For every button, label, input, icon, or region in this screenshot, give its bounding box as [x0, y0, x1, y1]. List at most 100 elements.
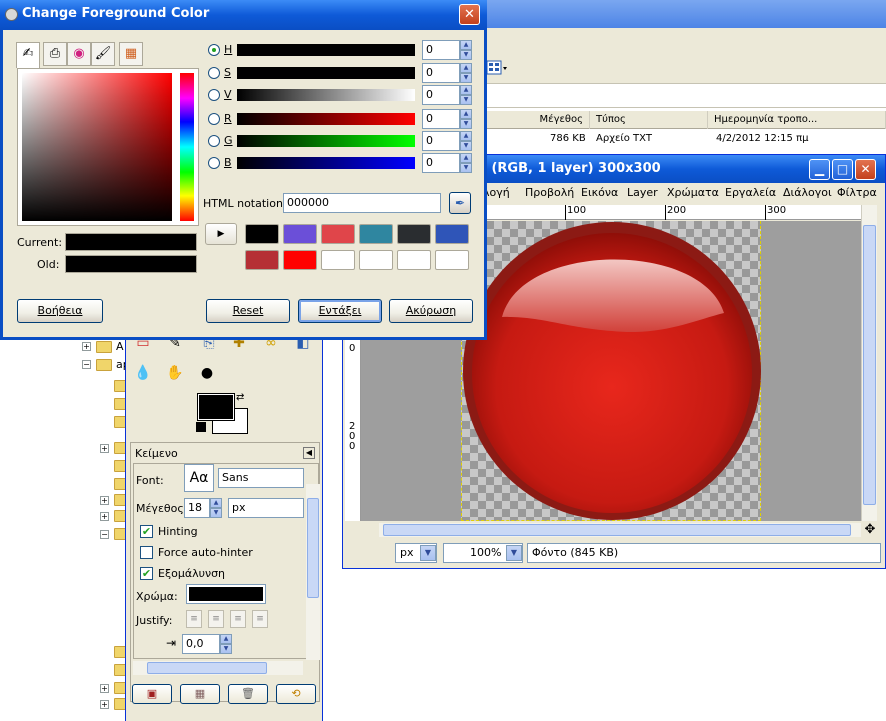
spin-up-icon[interactable]: ▲ [460, 109, 472, 119]
channel-v-input[interactable]: 0 [422, 85, 460, 105]
selector-tab-watercolor[interactable]: 🖌 [91, 42, 115, 66]
hue-strip[interactable] [180, 73, 194, 221]
file-list-row[interactable]: 786 KB Αρχείο TXT 4/2/2012 12:15 πμ [480, 131, 886, 149]
dodge-burn-tool-icon[interactable]: ✋ [164, 362, 186, 384]
zoom-select[interactable]: 100% ▼ [443, 543, 523, 563]
reset-options-button[interactable]: ⟲ [276, 684, 316, 704]
history-color-swatch[interactable] [283, 224, 317, 244]
column-header-date[interactable]: Ημερομηνία τροπο... [708, 111, 886, 129]
history-color-swatch[interactable] [245, 250, 279, 270]
spin-up-icon[interactable]: ▲ [220, 634, 232, 644]
channel-r-spinner[interactable]: ▲ ▼ [460, 109, 472, 129]
selector-tab-cmyk[interactable]: ⎙ [43, 42, 67, 66]
text-color-button[interactable] [186, 584, 266, 604]
channel-v-radio[interactable] [208, 89, 220, 101]
old-color-swatch[interactable] [65, 255, 197, 273]
foreground-color-swatch[interactable] [197, 393, 235, 421]
justify-fill-button[interactable]: ≡ [252, 610, 268, 628]
spin-up-icon[interactable]: ▲ [210, 498, 222, 508]
html-notation-input[interactable]: 000000 [283, 193, 441, 213]
options-vertical-scrollbar[interactable] [306, 484, 320, 660]
navigate-icon[interactable]: ✥ [863, 523, 877, 537]
font-preview-button[interactable]: Aα [184, 464, 214, 492]
restore-options-button[interactable]: ▦ [180, 684, 220, 704]
spin-down-icon[interactable]: ▼ [460, 163, 472, 173]
image-vertical-scrollbar[interactable] [861, 205, 877, 521]
history-color-swatch[interactable] [397, 224, 431, 244]
spin-down-icon[interactable]: ▼ [460, 119, 472, 129]
saturation-value-field[interactable] [22, 73, 172, 221]
scroll-thumb[interactable] [307, 498, 319, 598]
scroll-thumb[interactable] [383, 524, 851, 536]
history-color-swatch[interactable] [321, 250, 355, 270]
history-color-swatch[interactable] [359, 250, 393, 270]
menu-filters[interactable]: Φίλτρα [837, 186, 877, 199]
minimize-button[interactable]: ▁ [809, 159, 830, 180]
options-horizontal-scrollbar[interactable] [133, 661, 303, 675]
cancel-button[interactable]: Ακύρωση [389, 299, 473, 323]
spin-down-icon[interactable]: ▼ [460, 73, 472, 83]
scroll-thumb[interactable] [147, 662, 267, 674]
ok-button[interactable]: Εντάξει [298, 299, 382, 323]
indent-input[interactable]: 0,0 [182, 634, 220, 654]
selector-tab-gimp[interactable]: ✍ [16, 42, 40, 68]
spin-down-icon[interactable]: ▼ [220, 644, 232, 654]
history-color-swatch[interactable] [321, 224, 355, 244]
column-header-type[interactable]: Τύπος [590, 111, 708, 129]
scroll-thumb[interactable] [863, 225, 876, 505]
history-color-swatch[interactable] [435, 224, 469, 244]
spin-down-icon[interactable]: ▼ [460, 50, 472, 60]
save-options-button[interactable]: ▣ [132, 684, 172, 704]
menu-view[interactable]: Προβολή [525, 186, 574, 199]
channel-s-input[interactable]: 0 [422, 63, 460, 83]
channel-g-radio[interactable] [208, 135, 220, 147]
menu-tools[interactable]: Εργαλεία [725, 186, 776, 199]
tree-collapse-icon[interactable]: − [82, 360, 91, 369]
spin-up-icon[interactable]: ▲ [460, 85, 472, 95]
spin-up-icon[interactable]: ▲ [460, 153, 472, 163]
channel-s-slider[interactable] [237, 67, 415, 79]
unit-select[interactable]: px ▼ [395, 543, 437, 563]
menu-colors[interactable]: Χρώματα [667, 186, 719, 199]
smudge-tool-icon[interactable]: 💧 [132, 362, 154, 384]
size-spinner[interactable]: ▲ ▼ [210, 498, 222, 518]
channel-h-input[interactable]: 0 [422, 40, 460, 60]
default-colors-icon[interactable] [196, 422, 206, 432]
antialias-checkbox[interactable]: ✔ [140, 567, 153, 580]
history-color-swatch[interactable] [359, 224, 393, 244]
tree-expand-icon[interactable]: + [82, 342, 91, 351]
spin-down-icon[interactable]: ▼ [460, 141, 472, 151]
force-autohinter-checkbox[interactable] [140, 546, 153, 559]
justify-right-button[interactable]: ≡ [208, 610, 224, 628]
selector-tab-wheel[interactable]: ◉ [67, 42, 91, 66]
selector-tab-palette[interactable]: ▦ [119, 42, 143, 66]
spin-up-icon[interactable]: ▲ [460, 131, 472, 141]
tree-expand-icon[interactable]: + [100, 512, 109, 521]
channel-g-slider[interactable] [237, 135, 415, 147]
channel-r-slider[interactable] [237, 113, 415, 125]
menu-layer[interactable]: Layer [627, 186, 658, 199]
tree-collapse-icon[interactable]: − [100, 530, 109, 539]
channel-b-radio[interactable] [208, 157, 220, 169]
panel-menu-icon[interactable]: ◀ [303, 447, 315, 459]
size-input[interactable]: 18 [184, 498, 210, 518]
dialog-titlebar[interactable]: Change Foreground Color ✕ [0, 0, 487, 30]
reset-button[interactable]: Reset [206, 299, 290, 323]
tree-expand-icon[interactable]: + [100, 496, 109, 505]
history-color-swatch[interactable] [283, 250, 317, 270]
image-horizontal-scrollbar[interactable] [379, 523, 861, 537]
views-icon[interactable] [486, 60, 507, 76]
channel-b-slider[interactable] [237, 157, 415, 169]
spin-up-icon[interactable]: ▲ [460, 63, 472, 73]
size-unit-select[interactable]: px [228, 498, 304, 518]
history-color-swatch[interactable] [245, 224, 279, 244]
swap-colors-icon[interactable]: ⇄ [236, 392, 244, 403]
dialog-close-button[interactable]: ✕ [459, 4, 480, 25]
close-button[interactable]: ✕ [855, 159, 876, 180]
justify-center-button[interactable]: ≡ [230, 610, 246, 628]
channel-g-input[interactable]: 0 [422, 131, 460, 151]
menu-select[interactable]: λογή [483, 186, 510, 199]
channel-g-spinner[interactable]: ▲ ▼ [460, 131, 472, 151]
eyedropper-button[interactable]: ✒ [449, 192, 471, 214]
channel-b-spinner[interactable]: ▲ ▼ [460, 153, 472, 173]
